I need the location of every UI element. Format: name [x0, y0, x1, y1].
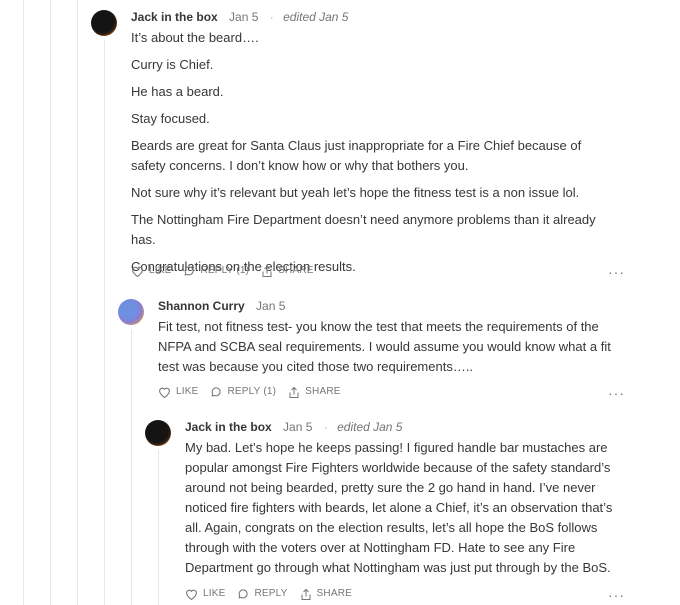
thread-line: [50, 0, 51, 605]
like-button[interactable]: LIKE: [185, 587, 225, 601]
reply-label: REPLY (1): [227, 386, 277, 397]
thread-line: [158, 450, 159, 605]
comment-paragraph: My bad. Let’s hope he keeps passing! I f…: [185, 440, 613, 575]
comment-paragraph: The Nottingham Fire Department doesn’t n…: [131, 212, 596, 247]
share-button[interactable]: SHARE: [261, 264, 313, 278]
heart-icon: [159, 387, 170, 398]
share-label: SHARE: [305, 386, 341, 397]
edited-label: edited Jan 5: [337, 420, 403, 434]
comment-meta: Shannon Curry Jan 5: [158, 298, 285, 314]
share-icon: [301, 588, 311, 600]
comment-meta: Jack in the box Jan 5 · edited Jan 5: [185, 419, 402, 435]
reply-button[interactable]: REPLY (1): [183, 264, 249, 278]
comment-date[interactable]: Jan 5: [229, 10, 258, 24]
comment-actions: LIKE REPLY SHARE: [185, 587, 364, 601]
meta-separator: ·: [323, 420, 328, 434]
comment-paragraph: Not sure why it’s relevant but yeah let’…: [131, 185, 580, 200]
edited-label: edited Jan 5: [283, 10, 349, 24]
comment-paragraph: Fit test, not fitness test- you know the…: [158, 319, 611, 374]
avatar[interactable]: [91, 10, 117, 36]
author-name[interactable]: Shannon Curry: [158, 299, 245, 313]
comment-body: It’s about the beard…. Curry is Chief. H…: [131, 28, 616, 277]
author-name[interactable]: Jack in the box: [185, 420, 272, 434]
more-options-button[interactable]: ···: [608, 386, 625, 400]
like-label: LIKE: [176, 386, 199, 397]
speech-bubble-icon: [184, 266, 195, 276]
comment-paragraph: Beards are great for Santa Claus just in…: [131, 138, 582, 173]
thread-line: [77, 0, 78, 605]
comment-paragraph: Stay focused.: [131, 111, 210, 126]
avatar[interactable]: [145, 420, 171, 446]
share-icon: [289, 386, 299, 398]
comment-actions: LIKE REPLY (1) SHARE: [131, 264, 326, 278]
like-label: LIKE: [203, 588, 226, 599]
like-button[interactable]: LIKE: [131, 264, 171, 278]
comment-meta: Jack in the box Jan 5 · edited Jan 5: [131, 9, 348, 25]
reply-label: REPLY (1): [200, 265, 250, 276]
comment-paragraph: It’s about the beard….: [131, 30, 259, 45]
reply-label: REPLY: [254, 588, 288, 599]
comment-body: My bad. Let’s hope he keeps passing! I f…: [185, 438, 627, 578]
speech-bubble-icon: [211, 387, 222, 397]
share-button[interactable]: SHARE: [288, 385, 340, 399]
like-button[interactable]: LIKE: [158, 385, 198, 399]
meta-separator: ·: [269, 10, 274, 24]
thread-line: [23, 0, 24, 605]
reply-button[interactable]: REPLY (1): [210, 385, 276, 399]
more-options-button[interactable]: ···: [608, 588, 625, 602]
heart-icon: [186, 589, 197, 600]
author-name[interactable]: Jack in the box: [131, 10, 218, 24]
reply-button[interactable]: REPLY: [237, 587, 287, 601]
comment-actions: LIKE REPLY (1) SHARE: [158, 385, 353, 399]
avatar[interactable]: [118, 299, 144, 325]
more-options-button[interactable]: ···: [608, 265, 625, 279]
comment-body: Fit test, not fitness test- you know the…: [158, 317, 628, 377]
speech-bubble-icon: [238, 589, 249, 599]
comment-date[interactable]: Jan 5: [256, 299, 285, 313]
comment-paragraph: Curry is Chief.: [131, 57, 214, 72]
thread-line: [131, 330, 132, 605]
share-icon: [262, 265, 272, 277]
comment-date[interactable]: Jan 5: [283, 420, 312, 434]
share-label: SHARE: [316, 588, 352, 599]
heart-icon: [132, 266, 143, 277]
share-label: SHARE: [278, 265, 314, 276]
like-label: LIKE: [149, 265, 172, 276]
thread-line: [104, 40, 105, 605]
comment-paragraph: He has a beard.: [131, 84, 224, 99]
share-button[interactable]: SHARE: [300, 587, 352, 601]
